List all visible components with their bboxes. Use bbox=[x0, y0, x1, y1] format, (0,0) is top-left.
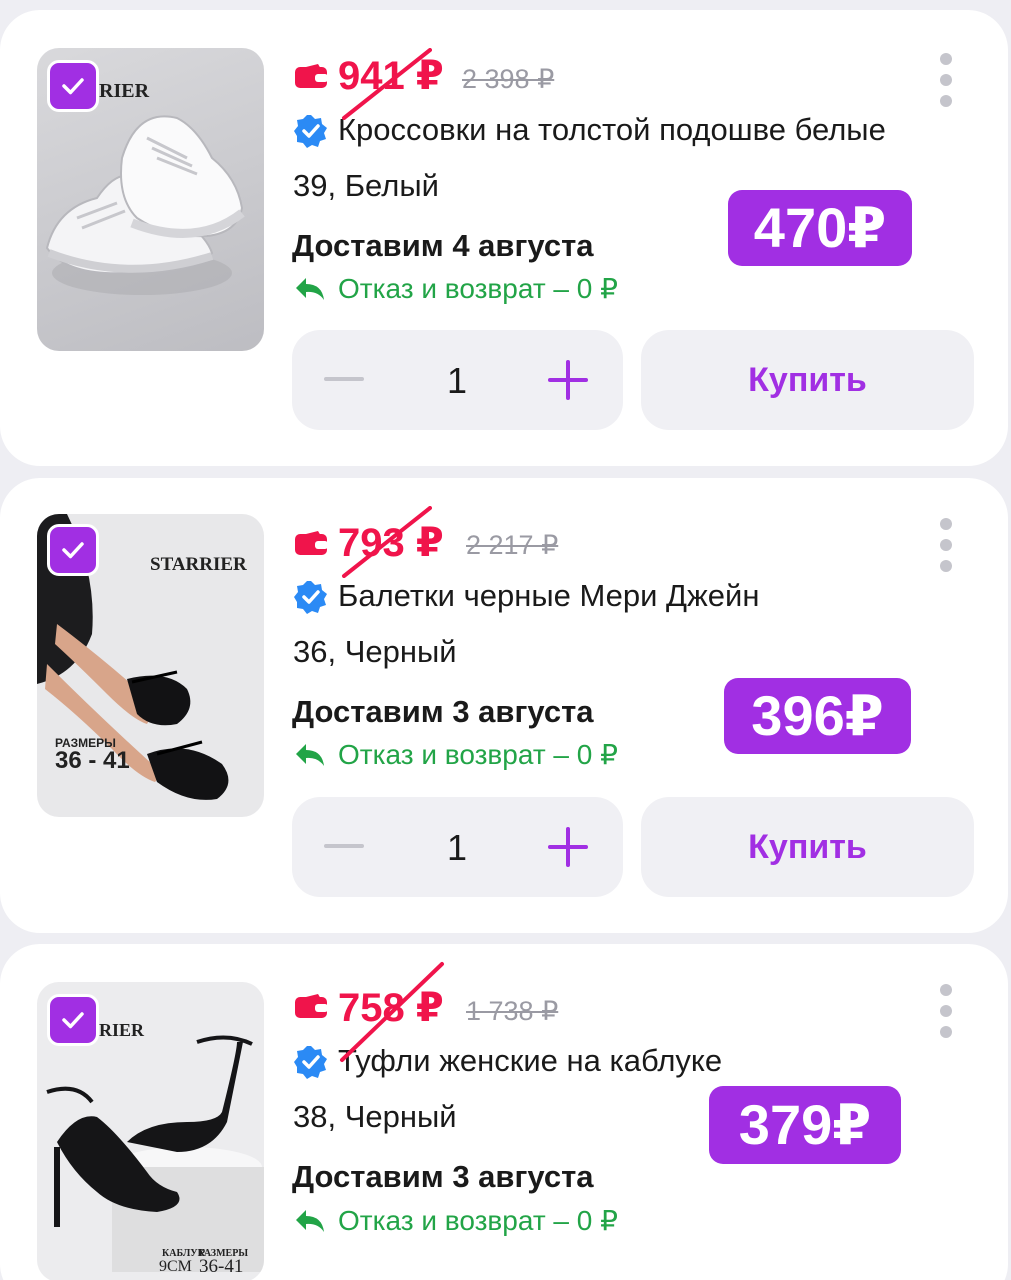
wallet-icon bbox=[295, 64, 328, 88]
cart-item-card: STARRIER РАЗМЕРЫ 36 - 41 793 ₽ 2 217 ₽ Б… bbox=[0, 478, 1008, 933]
return-arrow-icon bbox=[296, 277, 324, 300]
delivery-date: Доставим 4 августа bbox=[292, 228, 594, 263]
wallet-icon bbox=[295, 531, 328, 555]
brand-logo: RIER bbox=[99, 80, 150, 102]
old-price: 1 738 ₽ bbox=[466, 996, 559, 1026]
product-title[interactable]: Балетки черные Мери Джейн bbox=[338, 578, 759, 613]
checkmark-icon bbox=[62, 542, 84, 559]
return-policy: Отказ и возврат – 0 ₽ bbox=[294, 272, 618, 305]
dot-icon bbox=[940, 1026, 952, 1038]
dot-icon bbox=[940, 53, 952, 65]
brand-logo: STARRIER bbox=[150, 554, 247, 575]
verified-badge-icon bbox=[294, 1046, 327, 1079]
increase-quantity-button[interactable] bbox=[548, 827, 588, 867]
checkmark-icon bbox=[62, 1012, 84, 1029]
cart-item-card: RIER 941 ₽ 2 398 ₽ Кроссовки на толстой … bbox=[0, 10, 1008, 466]
more-options-button[interactable] bbox=[936, 518, 956, 572]
verified-badge-icon bbox=[294, 115, 327, 148]
checkmark-icon bbox=[62, 78, 84, 95]
quantity-stepper: 1 bbox=[292, 330, 623, 430]
product-image[interactable]: STARRIER РАЗМЕРЫ 36 - 41 bbox=[37, 514, 264, 817]
return-arrow-icon bbox=[296, 1209, 324, 1232]
product-image[interactable]: RIER bbox=[37, 48, 264, 351]
dot-icon bbox=[940, 984, 952, 996]
heel-value: 9CM bbox=[159, 1258, 192, 1275]
select-checkbox[interactable] bbox=[47, 60, 99, 112]
select-checkbox[interactable] bbox=[47, 994, 99, 1046]
decrease-quantity-button[interactable] bbox=[324, 377, 364, 381]
dot-icon bbox=[940, 95, 952, 107]
final-price-badge: 379₽ bbox=[709, 1086, 901, 1164]
sale-price: 758 ₽ bbox=[338, 986, 444, 1030]
dot-icon bbox=[940, 74, 952, 86]
old-price: 2 398 ₽ bbox=[462, 64, 555, 94]
final-price-badge: 396₽ bbox=[724, 678, 911, 754]
select-checkbox[interactable] bbox=[47, 524, 99, 576]
delivery-date: Доставим 3 августа bbox=[292, 1159, 594, 1194]
product-variant: 36, Черный bbox=[293, 634, 457, 669]
return-policy: Отказ и возврат – 0 ₽ bbox=[294, 738, 618, 771]
product-variant: 38, Черный bbox=[293, 1099, 457, 1134]
brand-logo: RIER bbox=[99, 1020, 145, 1040]
buy-button[interactable]: Купить bbox=[641, 797, 974, 897]
quantity-stepper: 1 bbox=[292, 797, 623, 897]
decrease-quantity-button[interactable] bbox=[324, 844, 364, 848]
dot-icon bbox=[940, 560, 952, 572]
quantity-value: 1 bbox=[446, 360, 468, 401]
product-title[interactable]: Туфли женские на каблуке bbox=[338, 1043, 722, 1078]
sizes-value: 36-41 bbox=[199, 1256, 244, 1277]
increase-quantity-button[interactable] bbox=[548, 360, 588, 400]
more-options-button[interactable] bbox=[936, 984, 956, 1038]
delivery-date: Доставим 3 августа bbox=[292, 694, 594, 729]
buy-button[interactable]: Купить bbox=[641, 330, 974, 430]
cart-page: RIER 941 ₽ 2 398 ₽ Кроссовки на толстой … bbox=[0, 0, 1011, 1280]
dot-icon bbox=[940, 518, 952, 530]
sizes-value: 36 - 41 bbox=[55, 747, 130, 774]
return-arrow-icon bbox=[296, 743, 324, 766]
more-options-button[interactable] bbox=[936, 53, 956, 107]
product-variant: 39, Белый bbox=[293, 168, 439, 203]
wallet-icon bbox=[295, 994, 328, 1018]
dot-icon bbox=[940, 1005, 952, 1017]
dot-icon bbox=[940, 539, 952, 551]
sale-price: 793 ₽ bbox=[338, 521, 444, 565]
quantity-value: 1 bbox=[446, 827, 468, 868]
product-title[interactable]: Кроссовки на толстой подошве белые bbox=[338, 112, 886, 147]
final-price-badge: 470₽ bbox=[728, 190, 912, 266]
return-policy: Отказ и возврат – 0 ₽ bbox=[294, 1204, 618, 1237]
sale-price: 941 ₽ bbox=[338, 54, 444, 98]
verified-badge-icon bbox=[294, 581, 327, 614]
old-price: 2 217 ₽ bbox=[466, 530, 559, 560]
product-image[interactable]: RIER КАБЛУК РАЗМЕРЫ 9CM 36-41 bbox=[37, 982, 264, 1280]
cart-item-card: RIER КАБЛУК РАЗМЕРЫ 9CM 36-41 758 ₽ 1 73… bbox=[0, 944, 1008, 1280]
